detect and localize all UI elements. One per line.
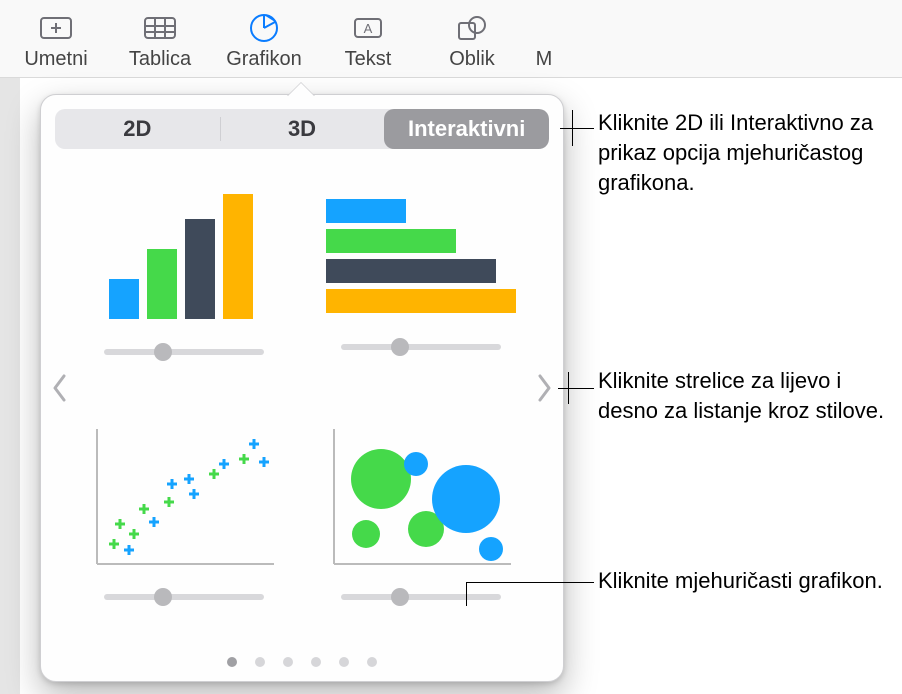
callout-bubble: Kliknite mjehuričasti grafikon. xyxy=(598,566,898,596)
callout-arrows: Kliknite strelice za lijevo i desno za l… xyxy=(598,366,898,426)
chart-type-segmented: 2D 3D Interaktivni xyxy=(55,109,549,149)
chart-option-bar[interactable] xyxy=(326,194,516,356)
popover-arrow xyxy=(287,83,315,97)
bubble-chart-icon xyxy=(326,424,516,574)
toolbar-table-label: Tablica xyxy=(108,48,212,71)
toolbar-table-button[interactable]: Tablica xyxy=(108,6,212,77)
tab-2d[interactable]: 2D xyxy=(55,109,220,149)
insert-icon xyxy=(4,10,108,46)
page-next-button[interactable] xyxy=(529,363,559,413)
callout-tick xyxy=(568,372,569,404)
column-chart-icon xyxy=(99,189,269,329)
page-dot[interactable] xyxy=(227,657,237,667)
page-dots xyxy=(41,657,563,667)
table-icon xyxy=(108,10,212,46)
page-dot[interactable] xyxy=(255,657,265,667)
chart-slider[interactable] xyxy=(104,343,264,361)
callout-line xyxy=(560,128,594,129)
svg-text:A: A xyxy=(364,21,373,36)
chart-option-scatter[interactable] xyxy=(89,424,279,606)
more-icon xyxy=(524,10,564,46)
callout-tick xyxy=(572,110,573,128)
toolbar-more-label: M xyxy=(524,48,564,71)
toolbar-insert-button[interactable]: Umetni xyxy=(4,6,108,77)
toolbar-shape-label: Oblik xyxy=(420,48,524,71)
toolbar-shape-button[interactable]: Oblik xyxy=(420,6,524,77)
bar-chart-icon xyxy=(326,194,516,324)
page-dot[interactable] xyxy=(367,657,377,667)
toolbar-text-button[interactable]: A Tekst xyxy=(316,6,420,77)
page-dot[interactable] xyxy=(283,657,293,667)
toolbar-text-label: Tekst xyxy=(316,48,420,71)
tab-3d[interactable]: 3D xyxy=(220,109,385,149)
chart-style-grid xyxy=(85,169,519,621)
page-dot[interactable] xyxy=(339,657,349,667)
toolbar-chart-button[interactable]: Grafikon xyxy=(212,6,316,77)
toolbar: Umetni Tablica Grafikon xyxy=(0,0,902,78)
document-margin xyxy=(0,78,20,694)
tab-interactive[interactable]: Interaktivni xyxy=(384,109,549,149)
callout-segmented: Kliknite 2D ili Interaktivno za prikaz o… xyxy=(598,108,898,198)
chart-option-column[interactable] xyxy=(99,189,269,361)
chart-slider[interactable] xyxy=(341,338,501,356)
scatter-chart-icon xyxy=(89,424,279,574)
chart-option-bubble[interactable] xyxy=(326,424,516,606)
page-dot[interactable] xyxy=(311,657,321,667)
chart-slider[interactable] xyxy=(341,588,501,606)
callout-line xyxy=(466,582,594,583)
chevron-right-icon xyxy=(535,373,553,403)
callout-line xyxy=(466,582,467,606)
chart-slider[interactable] xyxy=(104,588,264,606)
page-prev-button[interactable] xyxy=(45,363,75,413)
text-icon: A xyxy=(316,10,420,46)
pie-chart-icon xyxy=(212,10,316,46)
callout-line xyxy=(558,388,594,389)
chevron-left-icon xyxy=(51,373,69,403)
shape-icon xyxy=(420,10,524,46)
toolbar-chart-label: Grafikon xyxy=(212,48,316,71)
chart-popover: 2D 3D Interaktivni xyxy=(40,94,564,682)
toolbar-insert-label: Umetni xyxy=(4,48,108,71)
toolbar-more-button[interactable]: M xyxy=(524,6,564,77)
callout-tick xyxy=(572,128,573,146)
